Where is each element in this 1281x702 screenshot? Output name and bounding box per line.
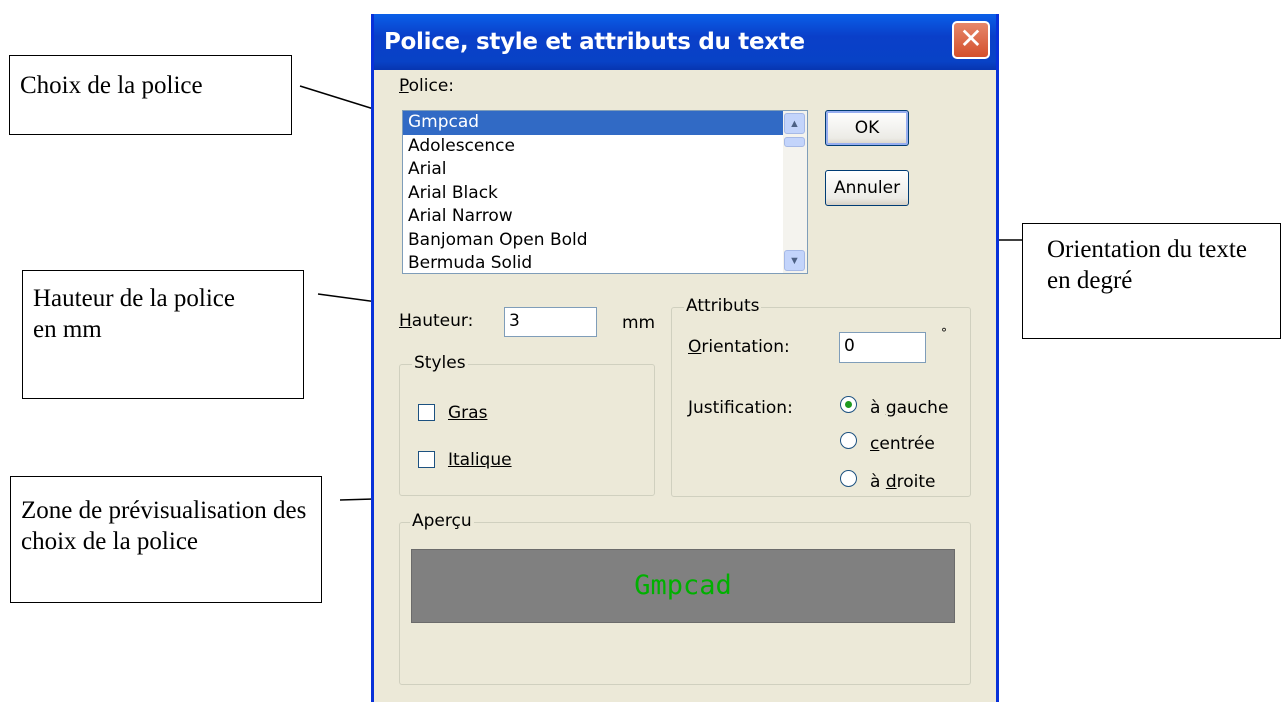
orientation-input[interactable]: 0 [839,332,926,363]
callout-font-choice-text: Choix de la police [20,72,203,99]
font-list-item[interactable]: Banjoman Open Bold [403,229,807,253]
scroll-down-icon[interactable]: ▼ [784,250,805,271]
attributes-group-title: Attributs [684,296,762,316]
callout-preview-text: Zone de prévisualisation des choix de la… [21,497,307,555]
callout-preview: Zone de prévisualisation des choix de la… [10,476,322,603]
close-icon: ✕ [959,22,983,55]
cancel-button[interactable]: Annuler [825,170,909,206]
font-list-item[interactable]: Arial Black [403,182,807,206]
justify-left-mnemonic: g [885,398,897,418]
justify-right-mnemonic: d [885,472,897,492]
styles-group-title: Styles [412,353,468,373]
justify-center-radio[interactable] [840,432,857,449]
font-listbox[interactable]: Gmpcad Adolescence Arial Arial Black Arial N… [402,110,808,274]
justify-center-mnemonic: c [870,434,880,454]
callout-height-text: Hauteur de la police en mm [33,285,235,343]
font-label: Police: [399,76,454,96]
orientation-label-text: rientation: [701,337,790,357]
callout-orientation-text: Orientation du texte en degré [1047,236,1247,294]
font-list-item[interactable]: Arial [403,158,807,182]
ok-button[interactable]: OK [825,110,909,146]
justification-label: Justification: [688,398,793,418]
italic-label: Italique [448,450,512,470]
scroll-up-icon[interactable]: ▲ [784,113,805,134]
font-list-item[interactable]: Arial Narrow [403,205,807,229]
styles-group: Styles [399,353,655,496]
height-unit: mm [622,313,656,333]
scroll-thumb[interactable] [784,137,805,147]
justify-left-radio[interactable] [840,396,857,413]
font-list-item[interactable]: Gmpcad [403,111,807,135]
justify-right-label: à droite [870,472,936,492]
bold-checkbox[interactable] [418,404,435,421]
orientation-label-mnemonic: O [688,337,702,357]
italic-checkbox[interactable] [418,451,435,468]
font-label-mnemonic: P [399,76,409,96]
preview-area: Gmpcad [411,549,955,623]
orientation-label: Orientation: [688,337,790,357]
bold-label: Gras [448,403,488,423]
height-label-text: auteur: [411,311,474,331]
title-bar: Police, style et attributs du texte ✕ [374,14,996,70]
close-button[interactable]: ✕ [952,21,990,59]
font-list-item[interactable]: Bermuda Solid [403,252,807,273]
callout-font-choice: Choix de la police [9,55,292,135]
dialog-title: Police, style et attributs du texte [384,29,805,55]
font-label-text: olice: [408,76,455,96]
orientation-unit: ° [941,326,947,340]
preview-group-title: Aperçu [410,511,474,531]
justify-center-label: centrée [870,434,935,454]
font-list-item[interactable]: Adolescence [403,135,807,159]
font-list-scrollbar[interactable]: ▲ ▼ [783,111,807,273]
callout-orientation: Orientation du texte en degré [1022,223,1281,339]
font-list-items: Gmpcad Adolescence Arial Arial Black Arial N… [403,111,807,273]
callout-height: Hauteur de la police en mm [22,270,304,399]
height-label-mnemonic: H [399,311,412,331]
height-input[interactable]: 3 [504,307,597,337]
justify-right-radio[interactable] [840,470,857,487]
height-label: Hauteur: [399,311,473,331]
font-dialog: Police, style et attributs du texte ✕ Po… [371,14,999,702]
justify-left-label: à gauche [870,398,949,418]
